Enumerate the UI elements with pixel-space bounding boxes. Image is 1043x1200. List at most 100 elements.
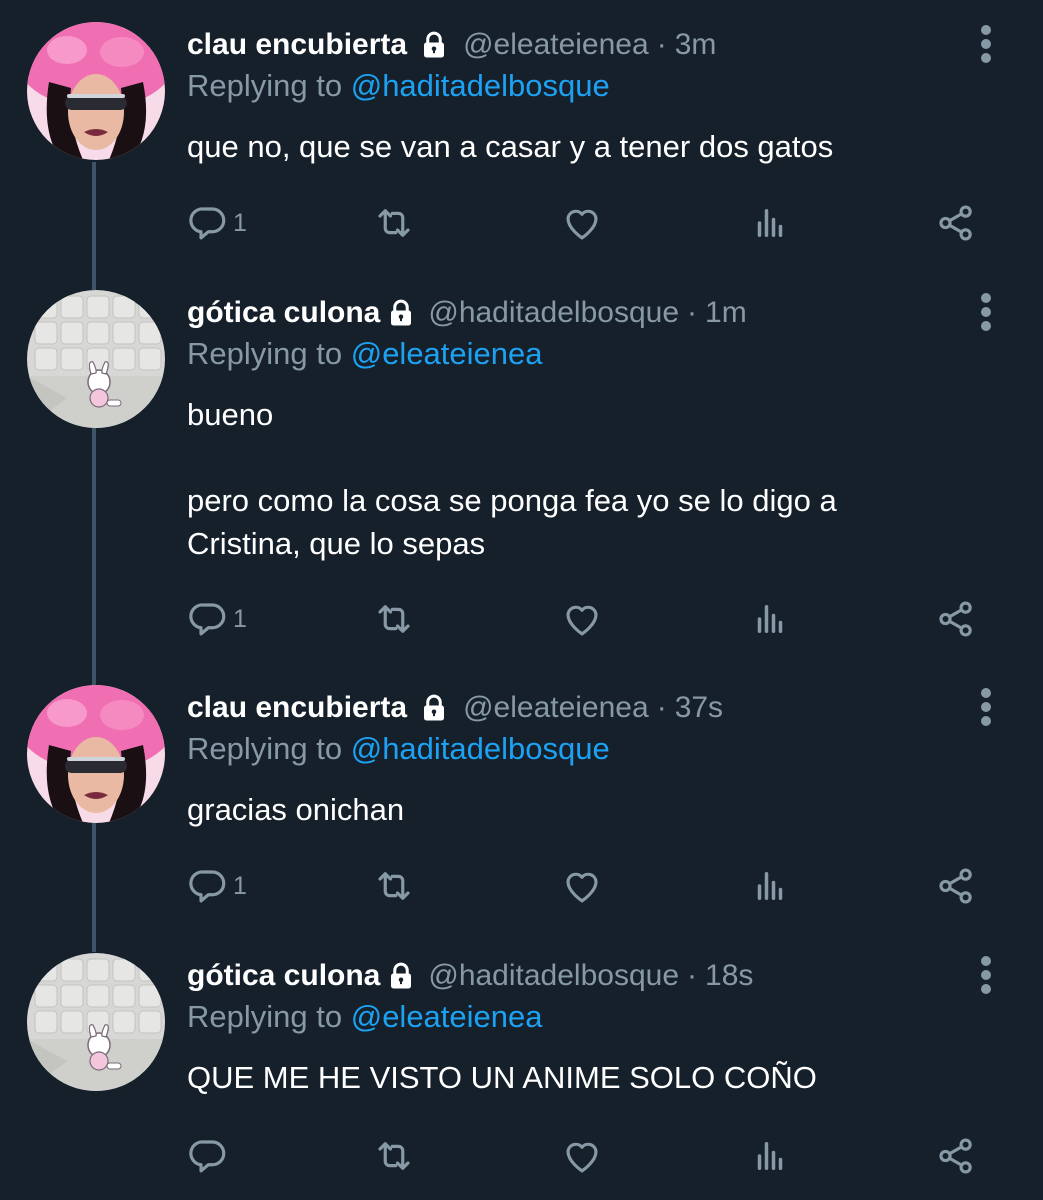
heart-icon [561, 1135, 603, 1177]
more-options-icon[interactable] [974, 24, 998, 64]
share-icon [935, 202, 977, 244]
heart-icon [561, 202, 603, 244]
separator-dot: · [656, 28, 667, 61]
display-name[interactable]: clau encubierta [187, 691, 407, 725]
reply-button[interactable]: 1 [187, 596, 247, 642]
retweet-button[interactable] [373, 1133, 415, 1179]
reply-count: 1 [233, 604, 247, 633]
lock-icon [419, 30, 449, 60]
tweet[interactable]: clau encubierta @eleateienea · 3m Replyi… [0, 0, 1043, 270]
user-handle[interactable]: @haditadelbosque [428, 296, 679, 330]
analytics-button[interactable] [749, 863, 791, 909]
tweet-header: gótica culona @haditadelbosque · 1m [187, 290, 747, 336]
more-options-icon[interactable] [974, 292, 998, 332]
tweet-header: clau encubierta @eleateienea · 3m [187, 22, 716, 68]
mention-link[interactable]: @haditadelbosque [351, 731, 610, 766]
timestamp[interactable]: 18s [705, 959, 753, 993]
timestamp[interactable]: 3m [675, 28, 717, 62]
timestamp[interactable]: 1m [705, 296, 747, 330]
replying-to: Replying to @eleateienea [187, 336, 543, 372]
action-bar: 1 [187, 200, 987, 246]
analytics-icon [749, 865, 791, 907]
user-handle[interactable]: @eleateienea [463, 28, 649, 62]
reply-icon [187, 598, 229, 640]
like-button[interactable] [561, 863, 603, 909]
user-handle[interactable]: @haditadelbosque [428, 959, 679, 993]
reply-count: 1 [233, 871, 247, 900]
mention-link[interactable]: @eleateienea [351, 999, 543, 1034]
lock-icon [386, 961, 416, 991]
tweet-text: que no, que se van a casar y a tener dos… [187, 129, 834, 164]
tweet-text: QUE ME HE VISTO UN ANIME SOLO COÑO [187, 1060, 817, 1095]
replying-to: Replying to @eleateienea [187, 999, 543, 1035]
share-icon [935, 598, 977, 640]
replying-prefix: Replying to [187, 336, 351, 371]
heart-icon [561, 598, 603, 640]
reply-icon [187, 1135, 229, 1177]
tweet[interactable]: clau encubierta @eleateienea · 37s Reply… [0, 663, 1043, 933]
reply-button[interactable]: 1 [187, 200, 247, 246]
replying-prefix: Replying to [187, 68, 351, 103]
analytics-button[interactable] [749, 200, 791, 246]
replying-to: Replying to @haditadelbosque [187, 68, 610, 104]
share-button[interactable] [935, 1133, 977, 1179]
display-name[interactable]: gótica culona [187, 296, 380, 330]
analytics-icon [749, 202, 791, 244]
analytics-button[interactable] [749, 596, 791, 642]
retweet-icon [373, 598, 415, 640]
lock-icon [386, 298, 416, 328]
padded-room-bunny-avatar-image [27, 290, 165, 428]
lock-icon [419, 693, 449, 723]
tweet-header: gótica culona @haditadelbosque · 18s [187, 953, 753, 999]
bratz-doll-avatar-image [27, 22, 165, 160]
share-button[interactable] [935, 863, 977, 909]
retweet-button[interactable] [373, 863, 415, 909]
mention-link[interactable]: @eleateienea [351, 336, 543, 371]
display-name[interactable]: gótica culona [187, 959, 380, 993]
retweet-icon [373, 202, 415, 244]
reply-icon [187, 202, 229, 244]
avatar[interactable] [27, 290, 165, 428]
share-button[interactable] [935, 596, 977, 642]
avatar[interactable] [27, 22, 165, 160]
replying-prefix: Replying to [187, 731, 351, 766]
like-button[interactable] [561, 596, 603, 642]
tweet[interactable]: gótica culona @haditadelbosque · 18s Rep… [0, 931, 1043, 1200]
more-options-icon[interactable] [974, 955, 998, 995]
share-icon [935, 1135, 977, 1177]
action-bar: 1 [187, 596, 987, 642]
avatar[interactable] [27, 953, 165, 1091]
like-button[interactable] [561, 1133, 603, 1179]
share-icon [935, 865, 977, 907]
reply-count: 1 [233, 208, 247, 237]
reply-button[interactable] [187, 1133, 233, 1179]
retweet-button[interactable] [373, 200, 415, 246]
user-handle[interactable]: @eleateienea [463, 691, 649, 725]
reply-button[interactable]: 1 [187, 863, 247, 909]
heart-icon [561, 865, 603, 907]
action-bar [187, 1133, 987, 1179]
analytics-button[interactable] [749, 1133, 791, 1179]
like-button[interactable] [561, 200, 603, 246]
separator-dot: · [656, 691, 667, 724]
more-options-icon[interactable] [974, 687, 998, 727]
action-bar: 1 [187, 863, 987, 909]
display-name[interactable]: clau encubierta [187, 28, 407, 62]
tweet-text: bueno pero como la cosa se ponga fea yo … [187, 397, 837, 561]
analytics-icon [749, 598, 791, 640]
retweet-icon [373, 865, 415, 907]
separator-dot: · [687, 959, 698, 992]
bratz-doll-avatar-image [27, 685, 165, 823]
timestamp[interactable]: 37s [675, 691, 723, 725]
avatar[interactable] [27, 685, 165, 823]
tweet[interactable]: gótica culona @haditadelbosque · 1m Repl… [0, 268, 1043, 666]
replying-prefix: Replying to [187, 999, 351, 1034]
share-button[interactable] [935, 200, 977, 246]
replying-to: Replying to @haditadelbosque [187, 731, 610, 767]
analytics-icon [749, 1135, 791, 1177]
reply-icon [187, 865, 229, 907]
mention-link[interactable]: @haditadelbosque [351, 68, 610, 103]
separator-dot: · [687, 296, 698, 329]
padded-room-bunny-avatar-image [27, 953, 165, 1091]
retweet-button[interactable] [373, 596, 415, 642]
